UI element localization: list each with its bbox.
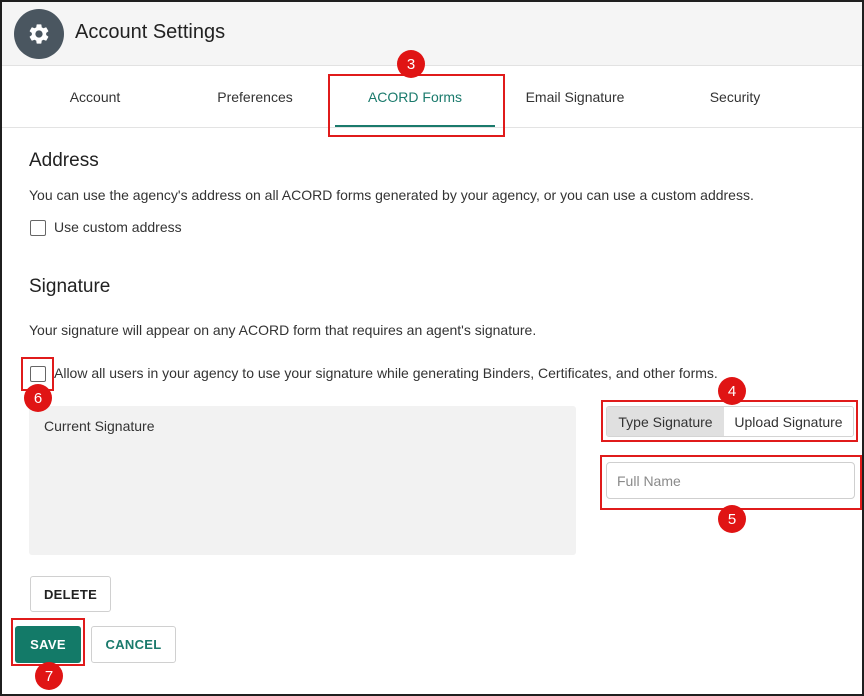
custom-address-checkbox[interactable] <box>30 220 46 236</box>
annotation-badge-5: 5 <box>718 505 746 533</box>
gear-icon <box>14 9 64 59</box>
annotation-badge-4: 4 <box>718 377 746 405</box>
app-window: Account Settings Account Preferences ACO… <box>0 0 864 696</box>
address-description: You can use the agency's address on all … <box>29 187 754 203</box>
tab-email-signature[interactable]: Email Signature <box>495 66 655 128</box>
active-tab-indicator <box>335 125 495 127</box>
current-signature-label: Current Signature <box>44 418 155 434</box>
signature-heading: Signature <box>29 276 111 297</box>
page-header: Account Settings <box>2 2 862 66</box>
annotation-badge-3: 3 <box>397 50 425 78</box>
settings-tabs: Account Preferences ACORD Forms Email Si… <box>2 66 862 128</box>
cancel-button[interactable]: CANCEL <box>91 626 176 663</box>
full-name-input[interactable] <box>606 462 855 499</box>
page-title: Account Settings <box>75 21 226 43</box>
type-signature-button[interactable]: Type Signature <box>607 407 724 436</box>
annotation-badge-7: 7 <box>35 662 63 690</box>
custom-address-label: Use custom address <box>54 219 182 235</box>
upload-signature-button[interactable]: Upload Signature <box>724 407 853 436</box>
address-heading: Address <box>29 150 99 171</box>
allow-all-users-label: Allow all users in your agency to use yo… <box>54 365 718 381</box>
signature-description: Your signature will appear on any ACORD … <box>29 322 537 338</box>
allow-all-users-checkbox[interactable] <box>30 366 46 382</box>
annotation-badge-6: 6 <box>24 384 52 412</box>
tab-preferences[interactable]: Preferences <box>175 66 335 128</box>
tab-security[interactable]: Security <box>655 66 815 128</box>
save-button[interactable]: SAVE <box>15 626 81 663</box>
tab-account[interactable]: Account <box>15 66 175 128</box>
delete-button[interactable]: DELETE <box>30 576 111 612</box>
signature-mode-toggle: Type Signature Upload Signature <box>606 406 854 437</box>
current-signature-box: Current Signature <box>29 406 576 555</box>
